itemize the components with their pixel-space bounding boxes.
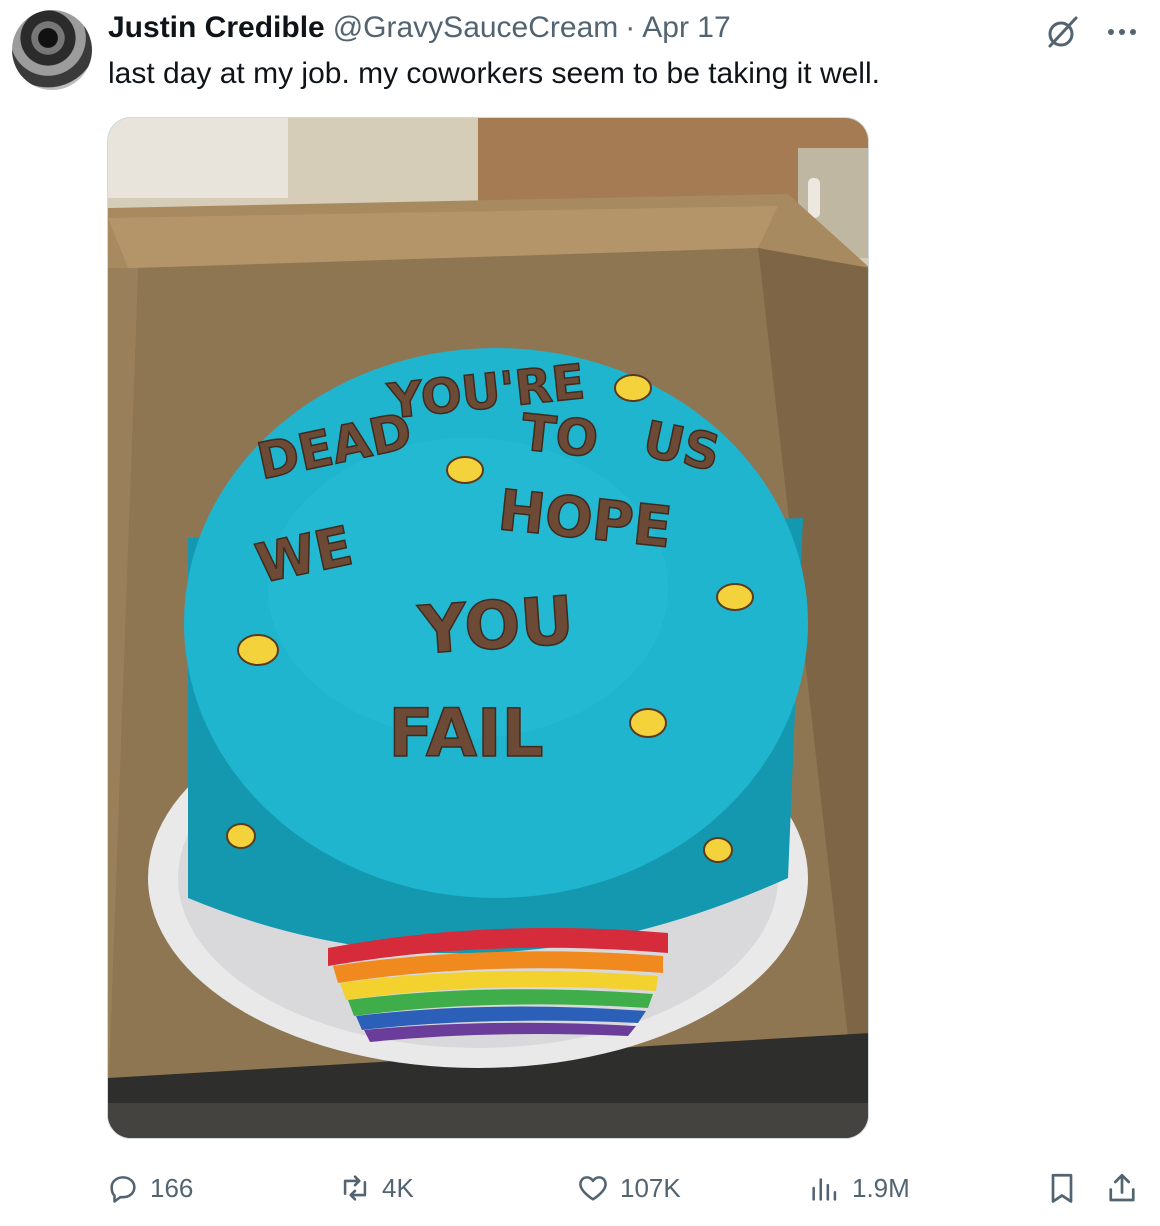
reply-button[interactable]: 166 — [106, 1160, 193, 1216]
reply-icon — [110, 1176, 136, 1203]
reply-count: 166 — [150, 1172, 194, 1203]
author-handle[interactable]: @GravySauceCream — [333, 11, 619, 45]
cake-text-to: TO — [519, 403, 601, 469]
tweet-photo[interactable]: YOU'RE DEAD TO US WE HOPE YOU FAIL — [107, 117, 869, 1139]
tweet-header: Justin Credible @GravySauceCream · Apr 1… — [108, 8, 731, 48]
bookmark-icon[interactable] — [1044, 1170, 1080, 1206]
views-count: 1.9M — [852, 1172, 910, 1203]
repost-button[interactable]: 4K — [338, 1160, 414, 1216]
tweet-date[interactable]: Apr 17 — [642, 11, 730, 45]
repost-count: 4K — [382, 1172, 414, 1203]
cake-text-fail: FAIL — [388, 695, 543, 772]
like-button[interactable]: 107K — [576, 1160, 681, 1216]
heart-icon — [579, 1176, 607, 1201]
author-name[interactable]: Justin Credible — [108, 11, 325, 45]
views-button[interactable]: 1.9M — [808, 1160, 910, 1216]
tweet-text: last day at my job. my coworkers seem to… — [108, 57, 880, 90]
avatar[interactable] — [12, 10, 92, 90]
tweet-actions: 166 4K 107K 1.9M — [0, 1160, 1160, 1216]
views-chart-icon — [812, 1178, 837, 1201]
more-icon[interactable] — [1100, 12, 1144, 52]
share-icon[interactable] — [1104, 1170, 1140, 1206]
repost-icon — [343, 1175, 367, 1201]
separator: · — [625, 11, 636, 44]
cake-text-you: YOU — [415, 582, 576, 670]
grok-icon[interactable] — [1042, 12, 1082, 52]
like-count: 107K — [620, 1172, 681, 1203]
